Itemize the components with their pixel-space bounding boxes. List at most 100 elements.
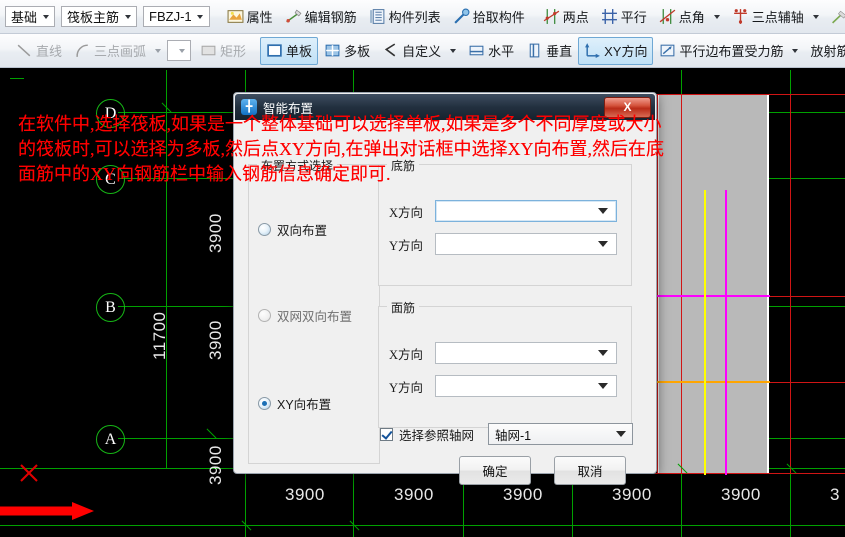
- multi-slab-icon: [325, 44, 340, 57]
- radio-double-mesh-bidirectional[interactable]: 双网双向布置: [258, 306, 352, 325]
- radial-rebar-button-label: 放射筋: [810, 44, 845, 59]
- reference-axis-combo[interactable]: 轴网-1: [488, 423, 634, 445]
- top-rebar-group-label: 面筋: [387, 299, 420, 316]
- member-type-combo[interactable]: 筏板主筋: [61, 6, 138, 27]
- horizontal-button[interactable]: 水平: [462, 37, 520, 65]
- parallel-edge-dropdown-icon[interactable]: [792, 48, 799, 53]
- point-angle-button-label: 点角: [678, 10, 705, 25]
- member-name-combo[interactable]: FBZJ-1: [143, 6, 210, 27]
- radio-bidirectional-label: 双向布置: [277, 224, 328, 238]
- three-point-aux-axis-button[interactable]: 三点辅轴: [726, 3, 810, 31]
- properties-button[interactable]: 属性: [221, 3, 279, 31]
- radio-bidirectional-icon: [258, 223, 271, 236]
- toolbar-primary: 基础 筏板主筋 FBZJ-1 属性 编辑钢筋 构件列表 拾取构件 两点 平行 点…: [0, 0, 845, 34]
- layout-method-group-label: 布置方式选择: [257, 157, 338, 174]
- edit-rebar-button[interactable]: 编辑钢筋: [279, 3, 363, 31]
- bottom-y-combo[interactable]: [435, 233, 617, 255]
- pencil-icon: [285, 9, 302, 23]
- line-button[interactable]: 直线: [10, 37, 68, 65]
- eyedropper-icon: [454, 8, 470, 24]
- radial-rebar-button[interactable]: 放射筋: [804, 37, 845, 65]
- point-angle-dropdown-icon[interactable]: [713, 14, 720, 19]
- parallel-edge-rebar-button[interactable]: 平行边布置受力筋: [653, 37, 789, 65]
- application-window: D C B A 11700 3900 3900 3900 3900 3900 3…: [0, 0, 845, 537]
- ok-button[interactable]: 确定: [459, 456, 531, 485]
- top-y-row: Y方向: [389, 375, 625, 397]
- dim-vertical-1: 3900: [206, 213, 225, 253]
- dim-horizontal-6: 3: [830, 485, 840, 504]
- three-point-aux-axis-dropdown-icon[interactable]: [812, 14, 819, 19]
- point-angle-icon: [659, 9, 676, 24]
- xy-direction-button[interactable]: XY方向: [578, 36, 654, 65]
- rectangle-button-label: 矩形: [220, 44, 247, 59]
- parallel-edge-rebar-button-label: 平行边布置受力筋: [679, 44, 784, 59]
- line-icon: [17, 44, 31, 57]
- multi-slab-button[interactable]: 多板: [318, 37, 376, 65]
- grid-stub: [10, 78, 24, 79]
- three-point-axis-icon: [733, 9, 747, 24]
- parallel-edge-icon: [661, 44, 675, 57]
- chevron-down-icon: [598, 350, 608, 356]
- pick-member-button-label: 拾取构件: [472, 10, 525, 25]
- grid-line-v1: [166, 70, 167, 469]
- dialog-body: 布置方式选择 双向布置 双网双向布置 XY向布置 底筋 X方向 Y方向 面筋 X…: [234, 120, 656, 485]
- dim-vertical-3: 3900: [206, 445, 225, 485]
- three-point-arc-button[interactable]: 三点画弧: [68, 37, 152, 65]
- arc-dropdown-icon[interactable]: [155, 48, 162, 53]
- delete-aux-axis-button[interactable]: 删除辅轴: [825, 3, 845, 31]
- pick-member-button[interactable]: 拾取构件: [447, 3, 531, 31]
- bottom-x-combo[interactable]: [435, 200, 617, 222]
- bottom-x-label: X方向: [389, 205, 424, 220]
- point-angle-button[interactable]: 点角: [653, 3, 711, 31]
- close-icon[interactable]: X: [604, 96, 651, 118]
- cancel-button[interactable]: 取消: [554, 456, 626, 485]
- horizontal-button-label: 水平: [488, 44, 515, 59]
- radio-bidirectional[interactable]: 双向布置: [258, 220, 327, 239]
- slab-edge-right: [767, 95, 769, 473]
- dim-baseline-bottom: [0, 525, 845, 526]
- dialog-title-bar[interactable]: ╋ 智能布置 X: [235, 94, 655, 120]
- top-x-label: X方向: [389, 347, 424, 362]
- reference-axis-checkbox[interactable]: [380, 427, 393, 441]
- dim-horizontal-1: 3900: [285, 485, 325, 504]
- category-combo[interactable]: 基础: [5, 6, 56, 27]
- edit-rebar-button-label: 编辑钢筋: [304, 10, 357, 25]
- component-list-button[interactable]: 构件列表: [363, 3, 447, 31]
- rectangle-button[interactable]: 矩形: [194, 37, 252, 65]
- eraser-icon: [831, 10, 845, 24]
- category-combo-value: 基础: [11, 10, 38, 25]
- chevron-down-icon: [119, 14, 133, 19]
- two-point-icon: [543, 9, 559, 24]
- rebar-line-magenta-v: [725, 190, 727, 475]
- xy-direction-icon: [585, 43, 601, 58]
- dim-horizontal-3: 3900: [503, 485, 543, 504]
- chevron-down-icon: [616, 431, 627, 437]
- top-x-combo[interactable]: [435, 342, 617, 364]
- member-line-v1: [681, 94, 682, 474]
- slab-fill: [658, 95, 768, 473]
- dim-vertical-2: 3900: [206, 320, 225, 360]
- reference-axis-label: 选择参照轴网: [399, 428, 475, 443]
- single-slab-button[interactable]: 单板: [260, 36, 319, 65]
- radio-xy-direction[interactable]: XY向布置: [258, 394, 331, 413]
- parallel-button[interactable]: 平行: [595, 3, 653, 31]
- arc-type-combo[interactable]: [167, 40, 192, 61]
- single-slab-button-label: 单板: [286, 44, 313, 59]
- axis-label-a: A: [96, 425, 125, 454]
- bottom-y-label: Y方向: [389, 238, 424, 253]
- vertical-button[interactable]: 垂直: [520, 37, 578, 65]
- custom-dropdown-icon[interactable]: [450, 48, 457, 53]
- bottom-rebar-group-label: 底筋: [387, 157, 420, 174]
- member-line-v2: [790, 94, 791, 474]
- top-y-combo[interactable]: [435, 375, 617, 397]
- parallel-button-label: 平行: [620, 10, 647, 25]
- chevron-down-icon: [598, 241, 608, 247]
- parallel-icon: [601, 9, 617, 24]
- custom-button[interactable]: 自定义: [376, 37, 447, 65]
- dim-tick-13: [206, 428, 217, 439]
- top-y-label: Y方向: [389, 380, 424, 395]
- vertical-button-label: 垂直: [546, 44, 573, 59]
- two-point-button[interactable]: 两点: [537, 3, 595, 31]
- component-list-button-label: 构件列表: [388, 10, 441, 25]
- axis-label-c: C: [96, 165, 125, 194]
